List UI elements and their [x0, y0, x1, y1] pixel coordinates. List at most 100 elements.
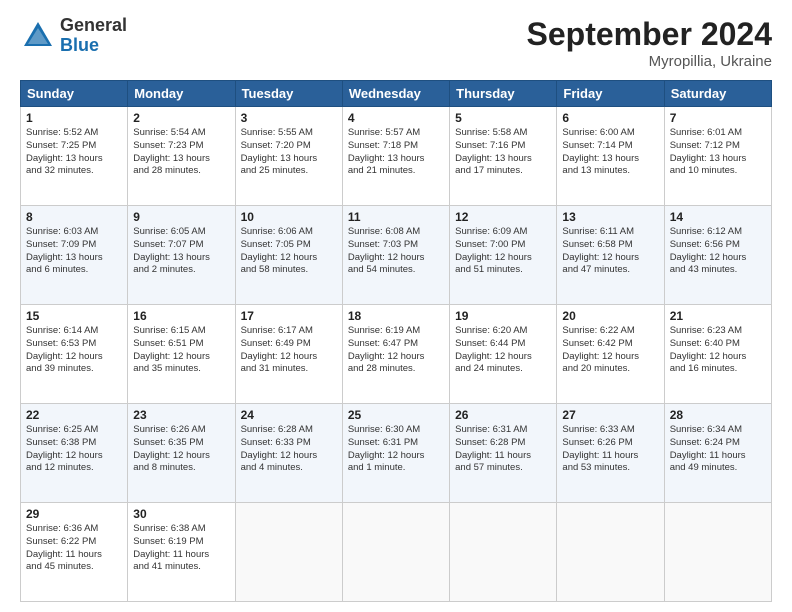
day-number: 13 [562, 210, 658, 224]
calendar-header-cell: Friday [557, 81, 664, 107]
calendar-day-cell [450, 503, 557, 602]
calendar-day-cell: 3 Sunrise: 5:55 AM Sunset: 7:20 PM Daylig… [235, 107, 342, 206]
day-number: 2 [133, 111, 229, 125]
day-info: Sunrise: 5:57 AM Sunset: 7:18 PM Dayligh… [348, 127, 444, 178]
calendar-week-row: 8 Sunrise: 6:03 AM Sunset: 7:09 PM Daylig… [21, 206, 772, 305]
calendar-day-cell: 2 Sunrise: 5:54 AM Sunset: 7:23 PM Daylig… [128, 107, 235, 206]
calendar-day-cell: 29 Sunrise: 6:36 AM Sunset: 6:22 PM Dayli… [21, 503, 128, 602]
day-number: 9 [133, 210, 229, 224]
logo-icon [20, 18, 56, 54]
calendar-header-cell: Tuesday [235, 81, 342, 107]
day-info: Sunrise: 6:33 AM Sunset: 6:26 PM Dayligh… [562, 424, 658, 475]
calendar-day-cell [235, 503, 342, 602]
location: Myropillia, Ukraine [527, 53, 772, 70]
day-info: Sunrise: 5:58 AM Sunset: 7:16 PM Dayligh… [455, 127, 551, 178]
month-title: September 2024 [527, 16, 772, 53]
calendar-day-cell: 8 Sunrise: 6:03 AM Sunset: 7:09 PM Daylig… [21, 206, 128, 305]
calendar-header-row: SundayMondayTuesdayWednesdayThursdayFrid… [21, 81, 772, 107]
day-number: 29 [26, 507, 122, 521]
day-number: 10 [241, 210, 337, 224]
calendar-week-row: 1Sunrise: 5:52 AM Sunset: 7:25 PM Daylig… [21, 107, 772, 206]
day-number: 15 [26, 309, 122, 323]
calendar-day-cell: 30 Sunrise: 6:38 AM Sunset: 6:19 PM Dayli… [128, 503, 235, 602]
day-info: Sunrise: 6:20 AM Sunset: 6:44 PM Dayligh… [455, 325, 551, 376]
calendar-day-cell: 22 Sunrise: 6:25 AM Sunset: 6:38 PM Dayli… [21, 404, 128, 503]
day-number: 11 [348, 210, 444, 224]
calendar-table: SundayMondayTuesdayWednesdayThursdayFrid… [20, 80, 772, 602]
day-number: 30 [133, 507, 229, 521]
calendar-day-cell: 6 Sunrise: 6:00 AM Sunset: 7:14 PM Daylig… [557, 107, 664, 206]
day-number: 8 [26, 210, 122, 224]
calendar-day-cell: 27 Sunrise: 6:33 AM Sunset: 6:26 PM Dayli… [557, 404, 664, 503]
calendar-day-cell: 14 Sunrise: 6:12 AM Sunset: 6:56 PM Dayli… [664, 206, 771, 305]
day-info: Sunrise: 6:31 AM Sunset: 6:28 PM Dayligh… [455, 424, 551, 475]
day-number: 26 [455, 408, 551, 422]
calendar-day-cell: 23Sunrise: 6:26 AM Sunset: 6:35 PM Dayli… [128, 404, 235, 503]
day-info: Sunrise: 6:06 AM Sunset: 7:05 PM Dayligh… [241, 226, 337, 277]
calendar-day-cell: 18 Sunrise: 6:19 AM Sunset: 6:47 PM Dayli… [342, 305, 449, 404]
calendar-day-cell: 4Sunrise: 5:57 AM Sunset: 7:18 PM Daylig… [342, 107, 449, 206]
day-info: Sunrise: 6:05 AM Sunset: 7:07 PM Dayligh… [133, 226, 229, 277]
day-number: 16 [133, 309, 229, 323]
day-info: Sunrise: 6:23 AM Sunset: 6:40 PM Dayligh… [670, 325, 766, 376]
calendar-day-cell: 21 Sunrise: 6:23 AM Sunset: 6:40 PM Dayli… [664, 305, 771, 404]
calendar-day-cell: 20Sunrise: 6:22 AM Sunset: 6:42 PM Dayli… [557, 305, 664, 404]
calendar-header-cell: Monday [128, 81, 235, 107]
calendar-header-cell: Saturday [664, 81, 771, 107]
day-info: Sunrise: 6:28 AM Sunset: 6:33 PM Dayligh… [241, 424, 337, 475]
day-number: 18 [348, 309, 444, 323]
calendar-day-cell: 7Sunrise: 6:01 AM Sunset: 7:12 PM Daylig… [664, 107, 771, 206]
day-number: 3 [241, 111, 337, 125]
calendar-day-cell: 16Sunrise: 6:15 AM Sunset: 6:51 PM Dayli… [128, 305, 235, 404]
calendar-day-cell: 17Sunrise: 6:17 AM Sunset: 6:49 PM Dayli… [235, 305, 342, 404]
calendar-day-cell: 26 Sunrise: 6:31 AM Sunset: 6:28 PM Dayli… [450, 404, 557, 503]
day-info: Sunrise: 5:55 AM Sunset: 7:20 PM Dayligh… [241, 127, 337, 178]
calendar-day-cell [664, 503, 771, 602]
calendar-day-cell: 12 Sunrise: 6:09 AM Sunset: 7:00 PM Dayli… [450, 206, 557, 305]
day-number: 14 [670, 210, 766, 224]
logo-general-text: General [60, 16, 127, 36]
day-info: Sunrise: 6:38 AM Sunset: 6:19 PM Dayligh… [133, 523, 229, 574]
calendar-day-cell: 15 Sunrise: 6:14 AM Sunset: 6:53 PM Dayli… [21, 305, 128, 404]
day-info: Sunrise: 5:52 AM Sunset: 7:25 PM Dayligh… [26, 127, 122, 178]
day-info: Sunrise: 6:08 AM Sunset: 7:03 PM Dayligh… [348, 226, 444, 277]
day-number: 7 [670, 111, 766, 125]
day-number: 27 [562, 408, 658, 422]
calendar-day-cell: 25 Sunrise: 6:30 AM Sunset: 6:31 PM Dayli… [342, 404, 449, 503]
day-info: Sunrise: 6:00 AM Sunset: 7:14 PM Dayligh… [562, 127, 658, 178]
calendar-week-row: 15 Sunrise: 6:14 AM Sunset: 6:53 PM Dayli… [21, 305, 772, 404]
title-block: September 2024 Myropillia, Ukraine [527, 16, 772, 70]
calendar-week-row: 22 Sunrise: 6:25 AM Sunset: 6:38 PM Dayli… [21, 404, 772, 503]
calendar-day-cell [342, 503, 449, 602]
day-info: Sunrise: 5:54 AM Sunset: 7:23 PM Dayligh… [133, 127, 229, 178]
calendar-day-cell: 10 Sunrise: 6:06 AM Sunset: 7:05 PM Dayli… [235, 206, 342, 305]
day-info: Sunrise: 6:12 AM Sunset: 6:56 PM Dayligh… [670, 226, 766, 277]
day-number: 24 [241, 408, 337, 422]
day-number: 25 [348, 408, 444, 422]
day-info: Sunrise: 6:34 AM Sunset: 6:24 PM Dayligh… [670, 424, 766, 475]
day-info: Sunrise: 6:03 AM Sunset: 7:09 PM Dayligh… [26, 226, 122, 277]
day-number: 22 [26, 408, 122, 422]
day-number: 12 [455, 210, 551, 224]
calendar-day-cell: 1Sunrise: 5:52 AM Sunset: 7:25 PM Daylig… [21, 107, 128, 206]
calendar-body: 1Sunrise: 5:52 AM Sunset: 7:25 PM Daylig… [21, 107, 772, 602]
logo: General Blue [20, 16, 127, 56]
day-info: Sunrise: 6:25 AM Sunset: 6:38 PM Dayligh… [26, 424, 122, 475]
day-info: Sunrise: 6:19 AM Sunset: 6:47 PM Dayligh… [348, 325, 444, 376]
calendar-day-cell: 11 Sunrise: 6:08 AM Sunset: 7:03 PM Dayli… [342, 206, 449, 305]
day-info: Sunrise: 6:09 AM Sunset: 7:00 PM Dayligh… [455, 226, 551, 277]
day-number: 19 [455, 309, 551, 323]
calendar-day-cell: 24 Sunrise: 6:28 AM Sunset: 6:33 PM Dayli… [235, 404, 342, 503]
day-number: 21 [670, 309, 766, 323]
calendar-header-cell: Wednesday [342, 81, 449, 107]
day-info: Sunrise: 6:14 AM Sunset: 6:53 PM Dayligh… [26, 325, 122, 376]
calendar-header-cell: Sunday [21, 81, 128, 107]
calendar-day-cell: 28Sunrise: 6:34 AM Sunset: 6:24 PM Dayli… [664, 404, 771, 503]
day-info: Sunrise: 6:17 AM Sunset: 6:49 PM Dayligh… [241, 325, 337, 376]
calendar-header-cell: Thursday [450, 81, 557, 107]
day-info: Sunrise: 6:22 AM Sunset: 6:42 PM Dayligh… [562, 325, 658, 376]
day-info: Sunrise: 6:30 AM Sunset: 6:31 PM Dayligh… [348, 424, 444, 475]
calendar-day-cell: 13Sunrise: 6:11 AM Sunset: 6:58 PM Dayli… [557, 206, 664, 305]
day-info: Sunrise: 6:36 AM Sunset: 6:22 PM Dayligh… [26, 523, 122, 574]
day-number: 6 [562, 111, 658, 125]
